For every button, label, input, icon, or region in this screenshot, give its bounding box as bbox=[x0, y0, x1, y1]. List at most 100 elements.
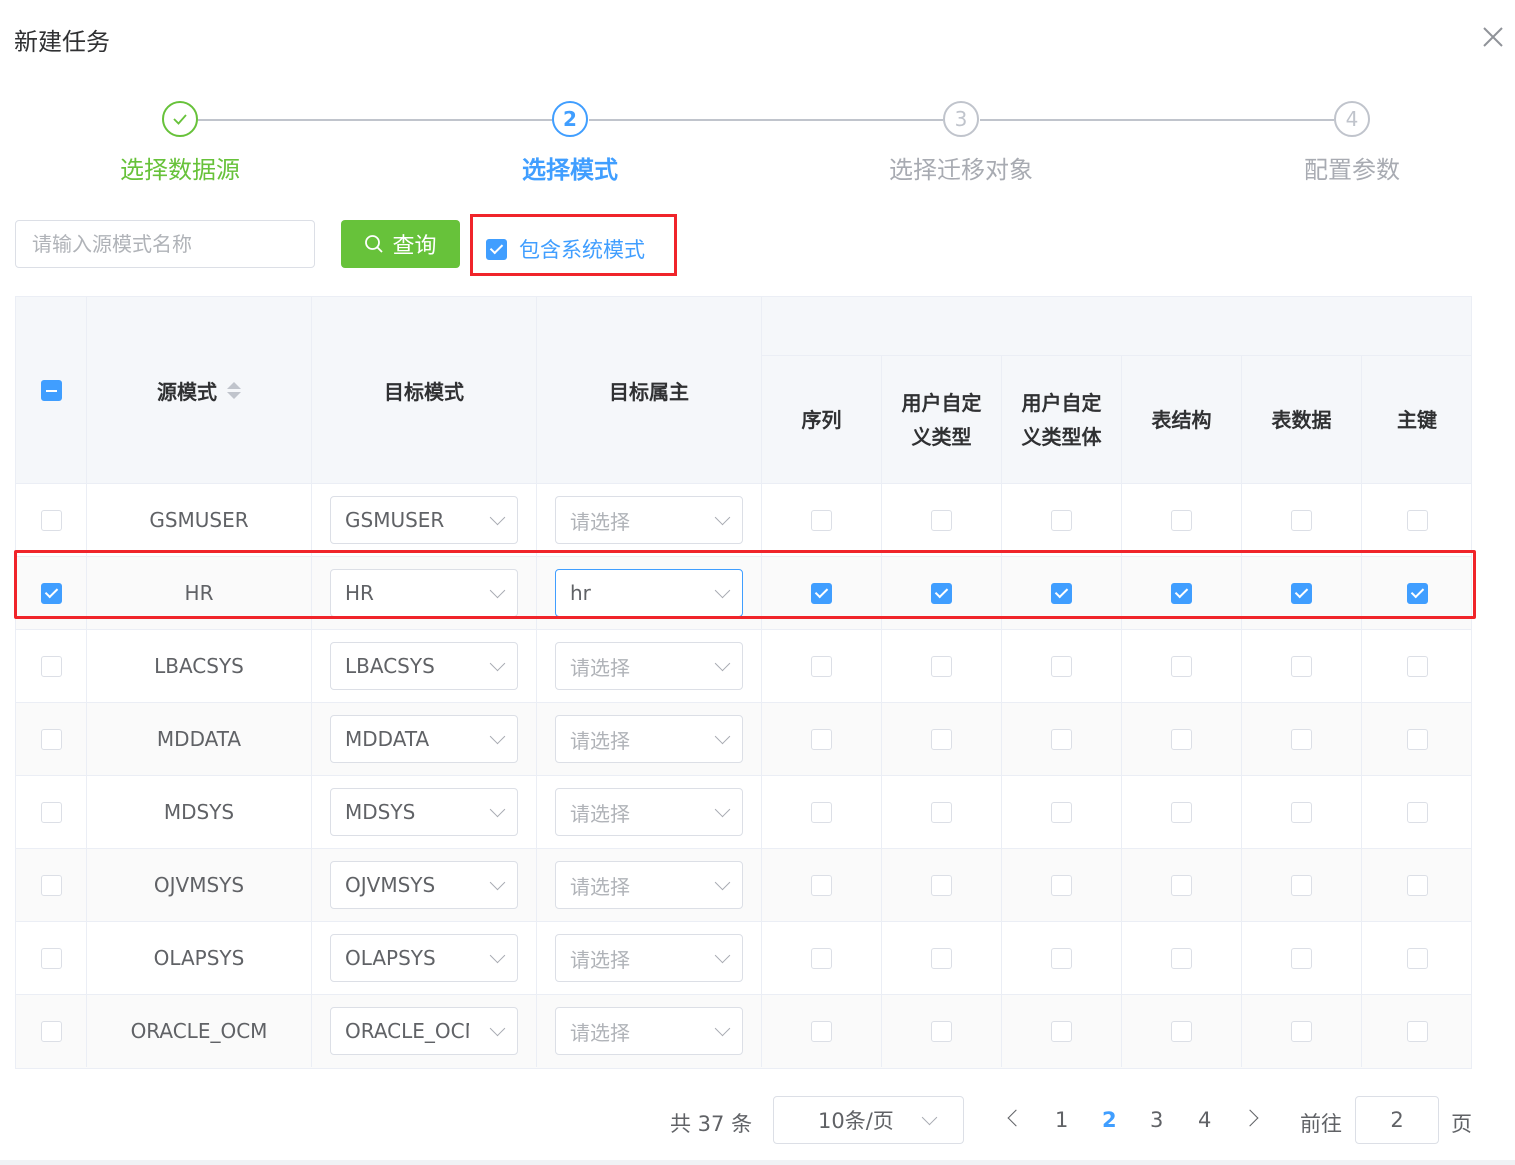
step-4-number: 4 bbox=[1334, 101, 1370, 137]
row-select-checkbox[interactable] bbox=[40, 509, 62, 531]
udt-checkbox[interactable] bbox=[931, 1020, 952, 1042]
include-system-check-icon[interactable] bbox=[486, 238, 507, 260]
page-2[interactable]: 2 bbox=[1102, 1108, 1117, 1132]
primary-key-checkbox[interactable] bbox=[1406, 509, 1428, 531]
primary-key-checkbox[interactable] bbox=[1406, 801, 1428, 823]
target-owner-select[interactable]: 请选择 bbox=[555, 715, 743, 763]
target-schema-select[interactable]: ORACLE_OCM bbox=[330, 1007, 518, 1055]
header-source-schema[interactable]: 源模式 bbox=[87, 297, 312, 484]
table-structure-checkbox[interactable] bbox=[1171, 801, 1192, 823]
udt-body-checkbox[interactable] bbox=[1051, 509, 1072, 531]
include-system-label: 包含系统模式 bbox=[519, 238, 645, 262]
table-data-checkbox[interactable] bbox=[1291, 801, 1312, 823]
sequence-checkbox[interactable] bbox=[811, 509, 832, 531]
udt-body-checkbox[interactable] bbox=[1051, 728, 1072, 750]
select-all-checkbox[interactable] bbox=[40, 380, 62, 401]
next-page-icon[interactable] bbox=[1241, 1109, 1259, 1127]
primary-key-checkbox[interactable] bbox=[1406, 655, 1428, 677]
sequence-checkbox[interactable] bbox=[811, 655, 832, 677]
include-system-checkbox[interactable]: 包含系统模式 bbox=[486, 234, 645, 264]
target-owner-select[interactable]: 请选择 bbox=[555, 496, 743, 544]
query-button[interactable]: 查询 bbox=[341, 220, 460, 268]
table-structure-checkbox[interactable] bbox=[1171, 509, 1192, 531]
row-select-checkbox[interactable] bbox=[40, 728, 62, 750]
udt-checkbox[interactable] bbox=[931, 728, 952, 750]
header-select-all-cell bbox=[16, 297, 87, 484]
header-source-label: 源模式 bbox=[157, 380, 217, 404]
row-select-checkbox[interactable] bbox=[40, 582, 62, 604]
page-3[interactable]: 3 bbox=[1150, 1108, 1163, 1132]
target-owner-select[interactable]: 请选择 bbox=[555, 861, 743, 909]
udt-body-checkbox[interactable] bbox=[1051, 655, 1072, 677]
target-schema-select[interactable]: GSMUSER bbox=[330, 496, 518, 544]
table-body: GSMUSER GSMUSER 请选择 HR HR hr LBACSYS LBA… bbox=[16, 484, 1471, 1068]
row-select-checkbox[interactable] bbox=[40, 947, 62, 969]
table-data-checkbox[interactable] bbox=[1291, 874, 1312, 896]
target-schema-select[interactable]: LBACSYS bbox=[330, 642, 518, 690]
row-select-checkbox[interactable] bbox=[40, 655, 62, 677]
page-size-select[interactable]: 10条/页 bbox=[773, 1096, 964, 1144]
page-1[interactable]: 1 bbox=[1055, 1108, 1068, 1132]
sequence-checkbox[interactable] bbox=[811, 728, 832, 750]
target-schema-select[interactable]: OJVMSYS bbox=[330, 861, 518, 909]
primary-key-checkbox[interactable] bbox=[1406, 1020, 1428, 1042]
table-structure-checkbox[interactable] bbox=[1171, 947, 1192, 969]
target-schema-select[interactable]: MDSYS bbox=[330, 788, 518, 836]
target-schema-select[interactable]: OLAPSYS bbox=[330, 934, 518, 982]
udt-body-checkbox[interactable] bbox=[1051, 1020, 1072, 1042]
udt-checkbox[interactable] bbox=[931, 874, 952, 896]
primary-key-checkbox[interactable] bbox=[1406, 582, 1428, 604]
udt-checkbox[interactable] bbox=[931, 801, 952, 823]
target-owner-select[interactable]: 请选择 bbox=[555, 934, 743, 982]
table-data-checkbox[interactable] bbox=[1291, 509, 1312, 531]
target-owner-select[interactable]: 请选择 bbox=[555, 642, 743, 690]
header-table-structure: 表结构 bbox=[1122, 356, 1242, 484]
table-data-checkbox[interactable] bbox=[1291, 728, 1312, 750]
source-schema-search-input[interactable] bbox=[15, 220, 315, 268]
udt-body-checkbox[interactable] bbox=[1051, 582, 1072, 604]
udt-checkbox[interactable] bbox=[931, 947, 952, 969]
source-schema-cell: HR bbox=[87, 557, 312, 629]
udt-body-checkbox[interactable] bbox=[1051, 801, 1072, 823]
sequence-checkbox[interactable] bbox=[811, 582, 832, 604]
table-data-checkbox[interactable] bbox=[1291, 1020, 1312, 1042]
target-owner-select[interactable]: hr bbox=[555, 569, 743, 617]
sort-icon[interactable] bbox=[227, 382, 241, 399]
table-structure-checkbox[interactable] bbox=[1171, 655, 1192, 677]
goto-page-input[interactable] bbox=[1355, 1096, 1439, 1144]
table-structure-checkbox[interactable] bbox=[1171, 582, 1192, 604]
table-data-checkbox[interactable] bbox=[1291, 655, 1312, 677]
row-select-cell bbox=[16, 557, 87, 629]
primary-key-checkbox[interactable] bbox=[1406, 874, 1428, 896]
target-owner-select[interactable]: 请选择 bbox=[555, 788, 743, 836]
target-schema-select[interactable]: MDDATA bbox=[330, 715, 518, 763]
primary-key-checkbox[interactable] bbox=[1406, 728, 1428, 750]
target-owner-select[interactable]: 请选择 bbox=[555, 1007, 743, 1055]
table-structure-checkbox[interactable] bbox=[1171, 874, 1192, 896]
goto-label: 前往 bbox=[1300, 1112, 1342, 1136]
row-select-checkbox[interactable] bbox=[40, 801, 62, 823]
row-select-checkbox[interactable] bbox=[40, 874, 62, 896]
page-4[interactable]: 4 bbox=[1198, 1108, 1211, 1132]
sequence-checkbox[interactable] bbox=[811, 801, 832, 823]
sequence-checkbox[interactable] bbox=[811, 874, 832, 896]
table-row: MDSYS MDSYS 请选择 bbox=[16, 776, 1471, 849]
close-icon[interactable] bbox=[1478, 22, 1508, 52]
target-schema-select[interactable]: HR bbox=[330, 569, 518, 617]
sequence-checkbox[interactable] bbox=[811, 1020, 832, 1042]
table-data-checkbox[interactable] bbox=[1291, 947, 1312, 969]
row-select-checkbox[interactable] bbox=[40, 1020, 62, 1042]
table-structure-checkbox[interactable] bbox=[1171, 728, 1192, 750]
step-4-title: 配置参数 bbox=[1304, 156, 1400, 184]
primary-key-checkbox[interactable] bbox=[1406, 947, 1428, 969]
prev-page-icon[interactable] bbox=[1007, 1109, 1025, 1127]
sequence-checkbox[interactable] bbox=[811, 947, 832, 969]
udt-body-checkbox[interactable] bbox=[1051, 874, 1072, 896]
header-sequence: 序列 bbox=[762, 356, 882, 484]
udt-body-checkbox[interactable] bbox=[1051, 947, 1072, 969]
udt-checkbox[interactable] bbox=[931, 655, 952, 677]
udt-checkbox[interactable] bbox=[931, 509, 952, 531]
udt-checkbox[interactable] bbox=[931, 582, 952, 604]
table-data-checkbox[interactable] bbox=[1291, 582, 1312, 604]
table-structure-checkbox[interactable] bbox=[1171, 1020, 1192, 1042]
